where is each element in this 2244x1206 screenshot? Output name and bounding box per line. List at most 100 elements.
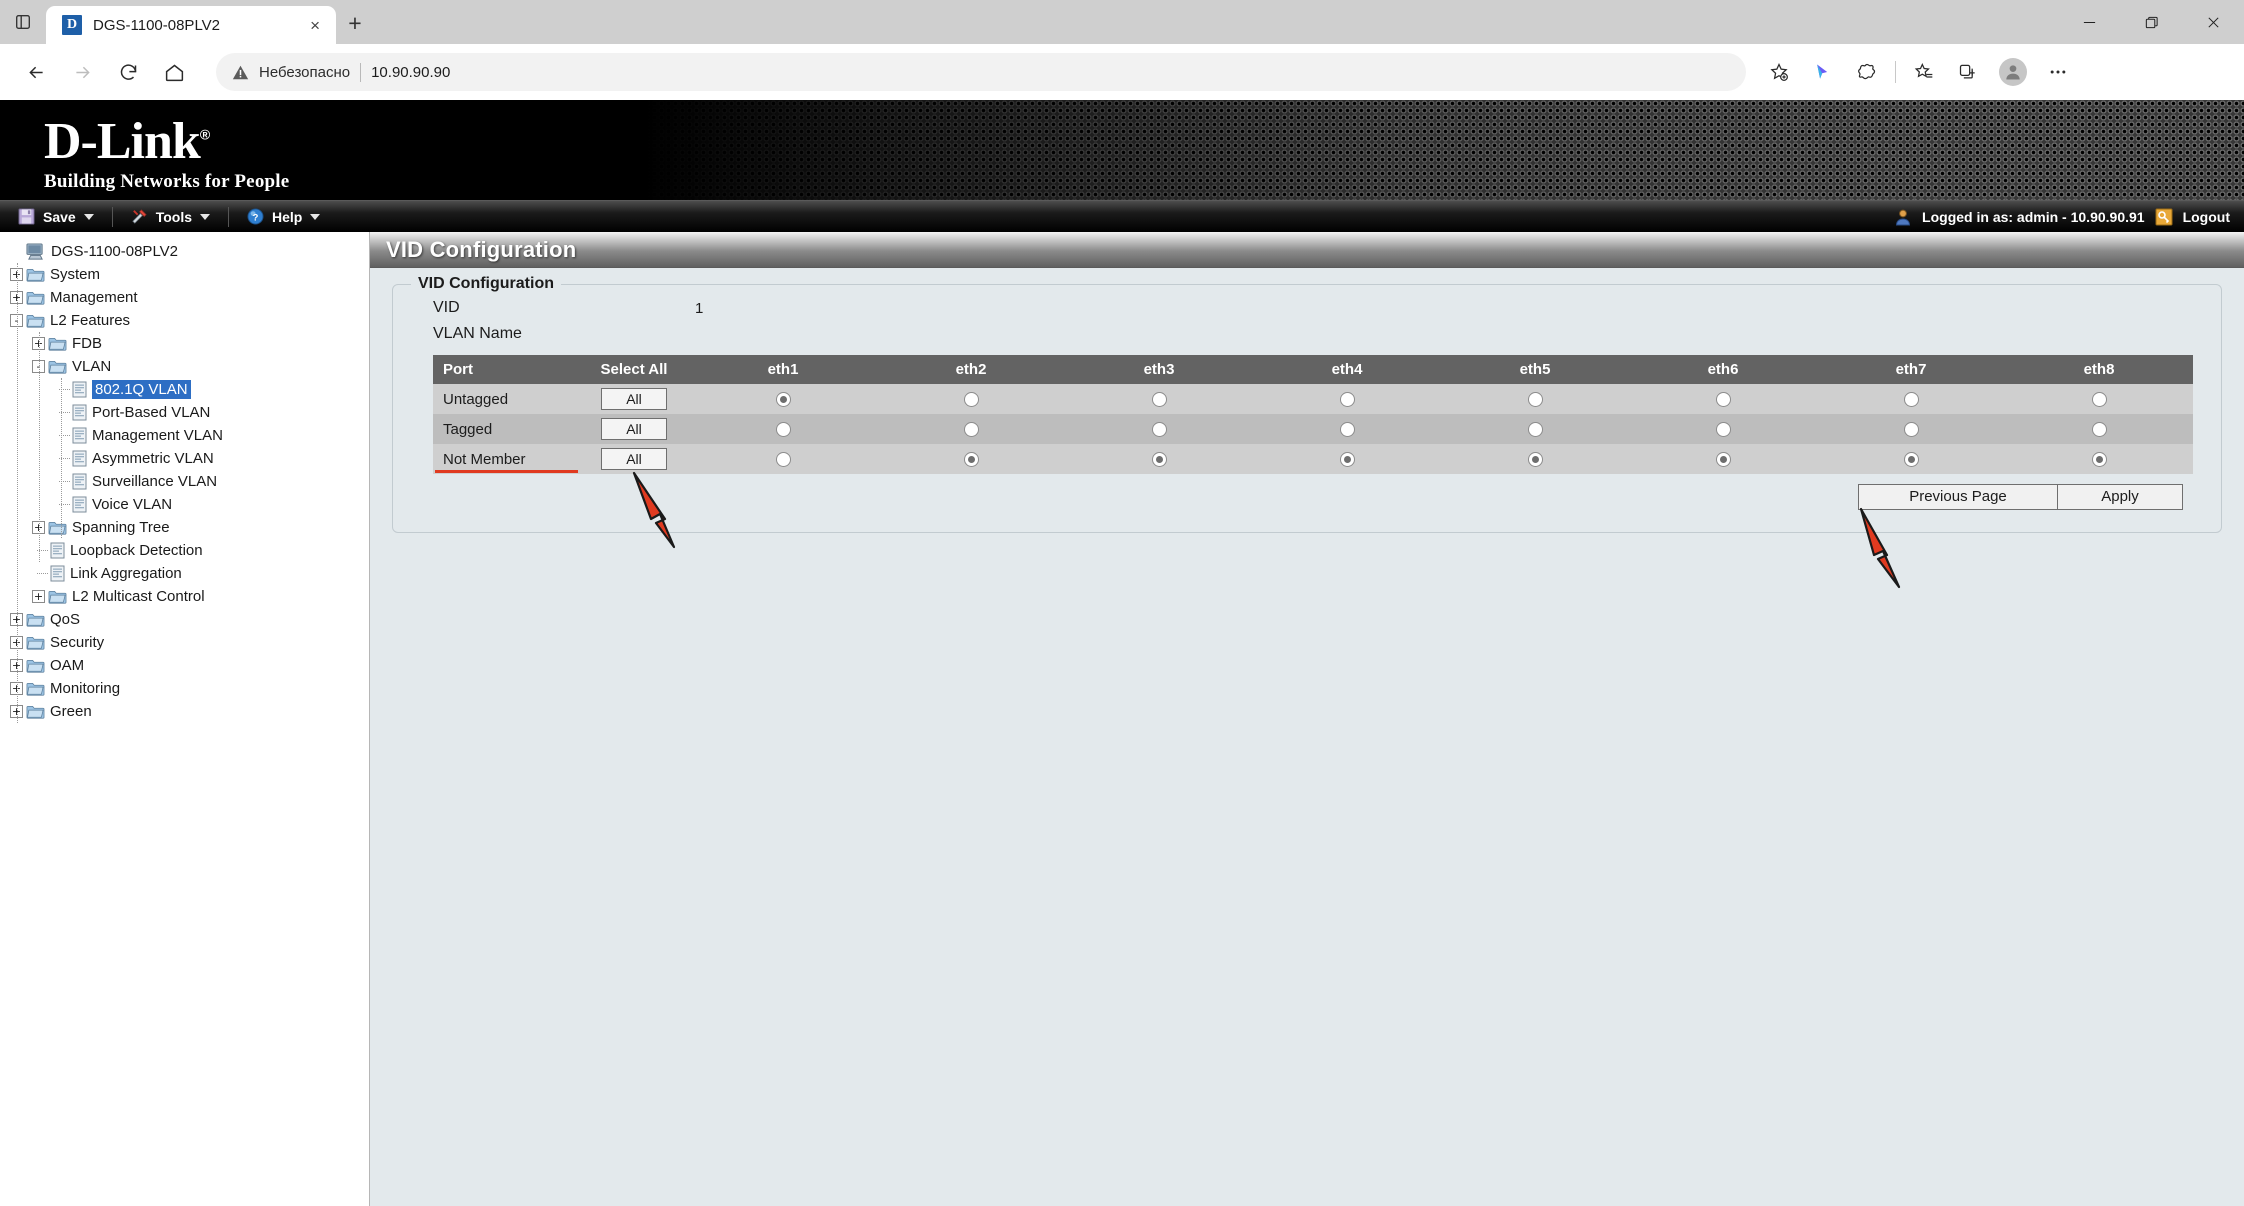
expand-icon[interactable]: + <box>32 590 45 603</box>
minimize-icon[interactable] <box>2058 0 2120 44</box>
select-all-button-tagged[interactable]: All <box>601 418 667 440</box>
radio-not-member-eth3[interactable] <box>1151 452 1167 468</box>
sidebar-item-label: VLAN <box>72 358 112 375</box>
sidebar-item-label: Link Aggregation <box>70 565 182 582</box>
radio-not-member-eth8[interactable] <box>2091 452 2107 468</box>
select-all-button-not-member[interactable]: All <box>601 448 667 470</box>
page-body: DGS-1100-08PLV2 + System + Management - L2 Fe… <box>0 232 2244 1206</box>
mesh-texture <box>0 100 2244 200</box>
forward-icon[interactable] <box>60 50 104 94</box>
radio-untagged-eth1[interactable] <box>775 392 791 408</box>
select-all-button-untagged[interactable]: All <box>601 388 667 410</box>
radio-untagged-eth6[interactable] <box>1715 392 1731 408</box>
previous-page-button[interactable]: Previous Page <box>1858 484 2058 510</box>
sidebar-item-l2-features[interactable]: - L2 Features <box>10 309 369 332</box>
apply-button[interactable]: Apply <box>2058 484 2183 510</box>
sidebar-item-voice-vlan[interactable]: Voice VLAN <box>10 493 369 516</box>
table-header-eth4: eth4 <box>1253 355 1441 384</box>
new-tab-button[interactable]: + <box>336 4 374 42</box>
menu-item-help[interactable]: ? Help <box>229 201 338 233</box>
profile-icon[interactable] <box>1999 58 2027 86</box>
menu-label-tools: Tools <box>155 208 192 225</box>
radio-not-member-eth6[interactable] <box>1715 452 1731 468</box>
sidebar-item-qos[interactable]: + QoS <box>10 608 369 631</box>
folder-icon <box>48 359 67 374</box>
settings-more-icon[interactable] <box>2037 51 2079 93</box>
sidebar-item-monitoring[interactable]: + Monitoring <box>10 677 369 700</box>
document-icon <box>50 542 65 559</box>
favorites-icon[interactable] <box>1903 51 1945 93</box>
table-body: Untagged All Tagged All Not Member All <box>433 384 2193 474</box>
table-header-eth3: eth3 <box>1065 355 1253 384</box>
sidebar-item-asymmetric-vlan[interactable]: Asymmetric VLAN <box>10 447 369 470</box>
radio-untagged-eth4[interactable] <box>1339 392 1355 408</box>
sidebar-item-loopback-detection[interactable]: Loopback Detection <box>10 539 369 562</box>
tree-root-device[interactable]: DGS-1100-08PLV2 <box>10 240 369 263</box>
sidebar-item-system[interactable]: + System <box>10 263 369 286</box>
menu-item-tools[interactable]: Tools <box>113 201 228 233</box>
radio-not-member-eth4[interactable] <box>1339 452 1355 468</box>
collections-icon[interactable] <box>1947 51 1989 93</box>
radio-untagged-eth3[interactable] <box>1151 392 1167 408</box>
address-bar[interactable]: Небезопасно 10.90.90.90 <box>216 53 1746 91</box>
sidebar-item-spanning-tree[interactable]: + Spanning Tree <box>10 516 369 539</box>
sidebar-item-802-1q-vlan[interactable]: 802.1Q VLAN <box>10 378 369 401</box>
radio-not-member-eth7[interactable] <box>1903 452 1919 468</box>
document-icon <box>72 473 87 490</box>
navigation-sidebar[interactable]: DGS-1100-08PLV2 + System + Management - L2 Fe… <box>0 232 370 1206</box>
document-icon <box>72 450 87 467</box>
field-vlan-name: VLAN Name <box>411 321 2203 347</box>
radio-tagged-eth3[interactable] <box>1151 422 1167 438</box>
radio-not-member-eth5[interactable] <box>1527 452 1543 468</box>
radio-not-member-eth1[interactable] <box>775 452 791 468</box>
reload-icon[interactable] <box>106 50 150 94</box>
add-favorite-icon[interactable] <box>1758 51 1800 93</box>
logout-button[interactable]: Logout <box>2183 209 2230 225</box>
close-window-icon[interactable] <box>2182 0 2244 44</box>
radio-untagged-eth7[interactable] <box>1903 392 1919 408</box>
browser-tab[interactable]: D DGS-1100-08PLV2 × <box>46 6 336 44</box>
sidebar-item-l2-multicast-control[interactable]: + L2 Multicast Control <box>10 585 369 608</box>
tab-preview-button[interactable] <box>0 0 46 44</box>
sidebar-item-security[interactable]: + Security <box>10 631 369 654</box>
sidebar-item-oam[interactable]: + OAM <box>10 654 369 677</box>
close-icon[interactable]: × <box>304 17 326 34</box>
radio-tagged-eth8[interactable] <box>2091 422 2107 438</box>
radio-tagged-eth4[interactable] <box>1339 422 1355 438</box>
sidebar-item-label: OAM <box>50 657 85 674</box>
radio-not-member-eth2[interactable] <box>963 452 979 468</box>
radio-untagged-eth2[interactable] <box>963 392 979 408</box>
sidebar-item-green[interactable]: + Green <box>10 700 369 723</box>
logged-in-label: Logged in as: admin - 10.90.90.91 <box>1922 209 2145 225</box>
home-icon[interactable] <box>152 50 196 94</box>
radio-tagged-eth5[interactable] <box>1527 422 1543 438</box>
url-text[interactable]: 10.90.90.90 <box>371 64 450 81</box>
back-icon[interactable] <box>14 50 58 94</box>
sidebar-item-surveillance-vlan[interactable]: Surveillance VLAN <box>10 470 369 493</box>
sidebar-item-label: FDB <box>72 335 102 352</box>
sidebar-item-management-vlan[interactable]: Management VLAN <box>10 424 369 447</box>
radio-tagged-eth6[interactable] <box>1715 422 1731 438</box>
folder-icon <box>26 704 45 719</box>
sidebar-item-port-based-vlan[interactable]: Port-Based VLAN <box>10 401 369 424</box>
browser-tab-strip: D DGS-1100-08PLV2 × + <box>0 0 2244 44</box>
split-screen-icon[interactable] <box>1846 51 1888 93</box>
radio-cell <box>2005 384 2193 414</box>
radio-untagged-eth5[interactable] <box>1527 392 1543 408</box>
folder-icon <box>26 290 45 305</box>
radio-cell <box>1065 444 1253 474</box>
sidebar-item-management[interactable]: + Management <box>10 286 369 309</box>
sidebar-item-link-aggregation[interactable]: Link Aggregation <box>10 562 369 585</box>
sidebar-item-vlan[interactable]: - VLAN <box>10 355 369 378</box>
menu-item-save[interactable]: Save <box>0 201 112 233</box>
radio-untagged-eth8[interactable] <box>2091 392 2107 408</box>
radio-tagged-eth2[interactable] <box>963 422 979 438</box>
tree-connector <box>37 573 48 574</box>
radio-cell <box>2005 414 2193 444</box>
radio-tagged-eth7[interactable] <box>1903 422 1919 438</box>
row-label-untagged: Untagged <box>433 384 579 414</box>
sidebar-item-fdb[interactable]: + FDB <box>10 332 369 355</box>
restore-icon[interactable] <box>2120 0 2182 44</box>
radio-tagged-eth1[interactable] <box>775 422 791 438</box>
copilot-icon[interactable] <box>1802 51 1844 93</box>
